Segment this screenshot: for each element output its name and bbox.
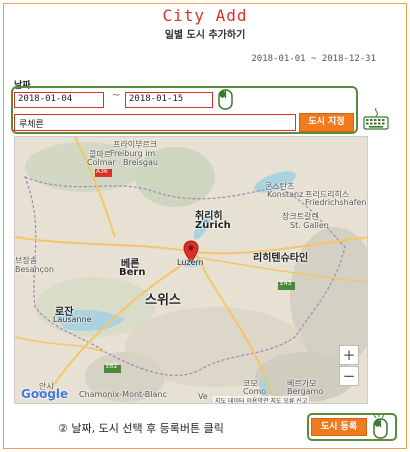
zoom-in-button[interactable]: + — [339, 345, 359, 365]
map-label-lucerne: Luzern — [177, 258, 204, 267]
map-label-chamonix: Chamonix-Mont-Blanc — [79, 390, 167, 399]
map-label-e43: E43 — [280, 280, 292, 287]
map-label-bern: Bern — [119, 267, 146, 278]
set-city-button[interactable]: 도시 지정 — [299, 113, 354, 132]
map-label-e62: E62 — [106, 363, 118, 370]
start-date-input[interactable]: 2018-01-04 — [14, 92, 104, 108]
page-subtitle: 일별 도시 추가하기 — [164, 30, 246, 41]
map-label-lausanne: Lausanne — [53, 315, 92, 324]
instruction-text: ② 날짜, 도시 선택 후 등록버튼 클릭 — [58, 422, 224, 435]
map-label-como-en: Como — [243, 387, 267, 396]
city-input[interactable]: 루체른 — [14, 114, 296, 131]
map-label-breisgau: Breisgau — [123, 158, 158, 167]
map-label-freiburg-en: Freiburg im — [110, 149, 156, 158]
map-terms[interactable]: 지도 데이터 이용약관 지도 오류 신고 — [213, 396, 310, 403]
map-label-liechtenstein: 리히텐슈타인 — [253, 253, 309, 264]
map-view[interactable]: 프라이부르크 Freiburg im Breisgau 콜마르 Colmar A… — [14, 136, 368, 404]
end-date-input[interactable]: 2018-01-15 — [125, 92, 213, 108]
zoom-out-button[interactable]: − — [339, 366, 359, 386]
mouse-click-icon — [373, 414, 388, 439]
map-label-ve: Ve — [198, 392, 208, 401]
map-label-bergamo: Bergamo — [287, 387, 324, 396]
map-label-zurich: Zürich — [195, 220, 231, 231]
map-label-konstanz-en: Konstanz — [267, 190, 304, 199]
register-city-button[interactable]: 도시 등록 — [311, 418, 367, 436]
map-label-besancon-en: Besançon — [15, 265, 54, 274]
date-range-text: 2018-01-01 ~ 2018-12-31 — [251, 54, 376, 64]
map-label-colmar: Colmar — [87, 158, 116, 167]
map-label-stgallen: St. Gallen — [290, 221, 329, 230]
map-label-a36: A36 — [96, 168, 108, 175]
keyboard-icon — [363, 107, 389, 130]
map-terrain — [15, 137, 367, 403]
google-logo[interactable]: Google — [21, 387, 68, 401]
page-title: City Add — [162, 6, 248, 25]
map-label-friedrichs-en: Friedrichshafen — [305, 198, 367, 207]
mouse-icon — [218, 89, 233, 110]
map-label-switzerland: 스위스 — [145, 293, 181, 308]
date-separator: ~ — [112, 90, 121, 101]
